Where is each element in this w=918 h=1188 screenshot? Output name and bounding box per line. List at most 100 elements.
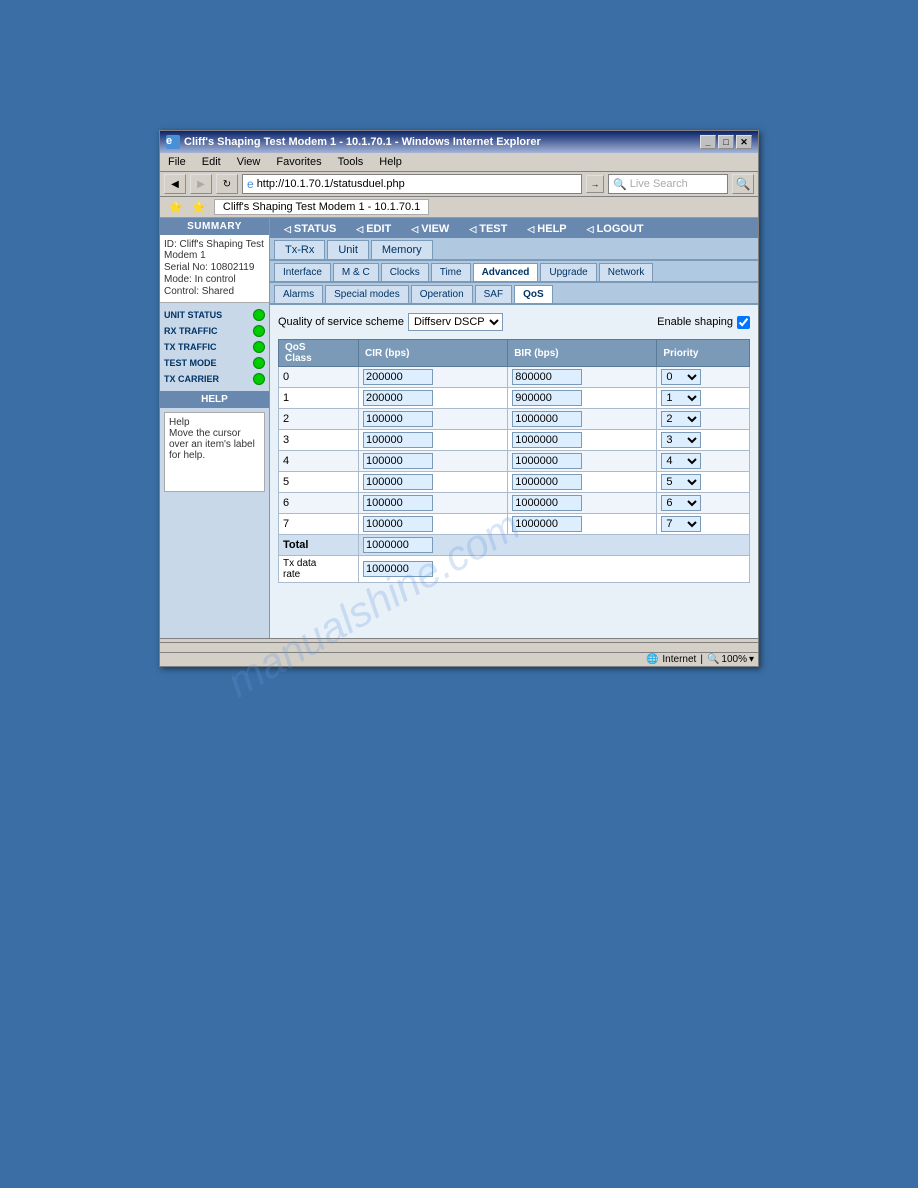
priority-4: 01234567 (657, 451, 750, 472)
total-row: Total (279, 535, 750, 556)
nav-logout-arrow: ◁ (587, 224, 594, 235)
qos-scheme-label: Quality of service scheme (278, 316, 404, 328)
menu-tools[interactable]: Tools (334, 155, 368, 169)
cir-2 (359, 409, 508, 430)
cir-input-4[interactable] (363, 453, 433, 469)
total-input[interactable] (363, 537, 433, 553)
priority-select-1[interactable]: 01234567 (661, 390, 701, 406)
th-priority: Priority (657, 340, 750, 367)
nav-test-label: TEST (479, 223, 507, 235)
bir-input-7[interactable] (512, 516, 582, 532)
qos-scheme-select[interactable]: Diffserv DSCP None 802.1p (408, 313, 503, 331)
nav-edit[interactable]: ◁ EDIT (346, 220, 401, 238)
bir-5 (508, 472, 657, 493)
bir-input-1[interactable] (512, 390, 582, 406)
nav-status-arrow: ◁ (284, 224, 291, 235)
nav-logout[interactable]: ◁ LOGOUT (577, 220, 654, 238)
cir-5 (359, 472, 508, 493)
tab-upgrade[interactable]: Upgrade (540, 263, 596, 281)
bir-input-6[interactable] (512, 495, 582, 511)
nav-help[interactable]: ◁ HELP (517, 220, 576, 238)
priority-select-3[interactable]: 01234567 (661, 432, 701, 448)
device-id: ID: Cliff's Shaping Test Modem 1 (164, 239, 265, 261)
scroll-area[interactable] (160, 638, 758, 652)
nav-status[interactable]: ◁ STATUS (274, 220, 346, 238)
search-bar[interactable]: 🔍 Live Search (608, 174, 728, 194)
tab-operation[interactable]: Operation (411, 285, 473, 303)
tab-advanced[interactable]: Advanced (473, 263, 539, 281)
go-button[interactable]: → (586, 175, 604, 193)
refresh-button[interactable]: ↻ (216, 174, 238, 194)
status-rx-dot (253, 325, 265, 337)
priority-select-7[interactable]: 01234567 (661, 516, 701, 532)
menu-help[interactable]: Help (375, 155, 406, 169)
enable-shaping-checkbox[interactable] (737, 316, 750, 329)
search-go[interactable]: 🔍 (732, 174, 754, 194)
tx-data-rate-input[interactable] (363, 561, 433, 577)
nav-view[interactable]: ◁ VIEW (401, 220, 459, 238)
class-7: 7 (279, 514, 359, 535)
nav-test-arrow: ◁ (469, 224, 476, 235)
minimize-button[interactable]: _ (700, 135, 716, 149)
address-input[interactable] (257, 178, 577, 190)
tab-interface[interactable]: Interface (274, 263, 331, 281)
zoom-value: 🔍 100% ▾ (707, 654, 754, 665)
tab-network[interactable]: Network (599, 263, 654, 281)
device-control: Control: Shared (164, 286, 265, 297)
tab-qos[interactable]: QoS (514, 285, 553, 303)
tab-unit[interactable]: Unit (327, 240, 369, 259)
internet-icon: 🌐 (646, 654, 658, 665)
menu-file[interactable]: File (164, 155, 190, 169)
cir-input-1[interactable] (363, 390, 433, 406)
bir-input-0[interactable] (512, 369, 582, 385)
status-bar-right: 🌐 Internet | 🔍 100% ▾ (646, 654, 754, 665)
tab-alarms[interactable]: Alarms (274, 285, 323, 303)
cir-input-6[interactable] (363, 495, 433, 511)
priority-select-5[interactable]: 01234567 (661, 474, 701, 490)
favorites-title[interactable]: Cliff's Shaping Test Modem 1 - 10.1.70.1 (214, 199, 429, 215)
cir-input-3[interactable] (363, 432, 433, 448)
priority-0: 01234567 (657, 367, 750, 388)
add-fav-icon[interactable]: ⭐ (191, 200, 206, 214)
tab-tx-rx[interactable]: Tx-Rx (274, 240, 325, 259)
cir-3 (359, 430, 508, 451)
tab-mc[interactable]: M & C (333, 263, 379, 281)
bir-input-5[interactable] (512, 474, 582, 490)
bir-2 (508, 409, 657, 430)
maximize-button[interactable]: □ (718, 135, 734, 149)
tab-special-modes[interactable]: Special modes (325, 285, 409, 303)
bir-input-2[interactable] (512, 411, 582, 427)
priority-5: 01234567 (657, 472, 750, 493)
menu-edit[interactable]: Edit (198, 155, 225, 169)
status-tx-dot (253, 341, 265, 353)
close-button[interactable]: ✕ (736, 135, 752, 149)
back-button[interactable]: ◀ (164, 174, 186, 194)
cir-1 (359, 388, 508, 409)
nav-test[interactable]: ◁ TEST (459, 220, 517, 238)
cir-input-5[interactable] (363, 474, 433, 490)
class-5: 5 (279, 472, 359, 493)
priority-select-6[interactable]: 01234567 (661, 495, 701, 511)
zoom-dropdown[interactable]: ▾ (749, 654, 754, 665)
status-bar: 🌐 Internet | 🔍 100% ▾ (160, 652, 758, 666)
priority-select-0[interactable]: 01234567 (661, 369, 701, 385)
menu-view[interactable]: View (233, 155, 265, 169)
forward-button[interactable]: ▶ (190, 174, 212, 194)
tab-time[interactable]: Time (431, 263, 471, 281)
bir-input-3[interactable] (512, 432, 582, 448)
qos-table: QoSClass CIR (bps) BIR (bps) Priority 0 (278, 339, 750, 583)
bir-input-4[interactable] (512, 453, 582, 469)
tab-clocks[interactable]: Clocks (381, 263, 429, 281)
favorites-bar: ⭐ ⭐ Cliff's Shaping Test Modem 1 - 10.1.… (160, 197, 758, 218)
cir-input-2[interactable] (363, 411, 433, 427)
cir-input-7[interactable] (363, 516, 433, 532)
tab-memory[interactable]: Memory (371, 240, 433, 259)
status-unit-label: UNIT STATUS (164, 310, 222, 320)
cir-input-0[interactable] (363, 369, 433, 385)
priority-select-2[interactable]: 01234567 (661, 411, 701, 427)
menu-favorites[interactable]: Favorites (272, 155, 325, 169)
priority-select-4[interactable]: 01234567 (661, 453, 701, 469)
address-bar: e (242, 174, 582, 194)
tab-saf[interactable]: SAF (475, 285, 512, 303)
bir-6 (508, 493, 657, 514)
